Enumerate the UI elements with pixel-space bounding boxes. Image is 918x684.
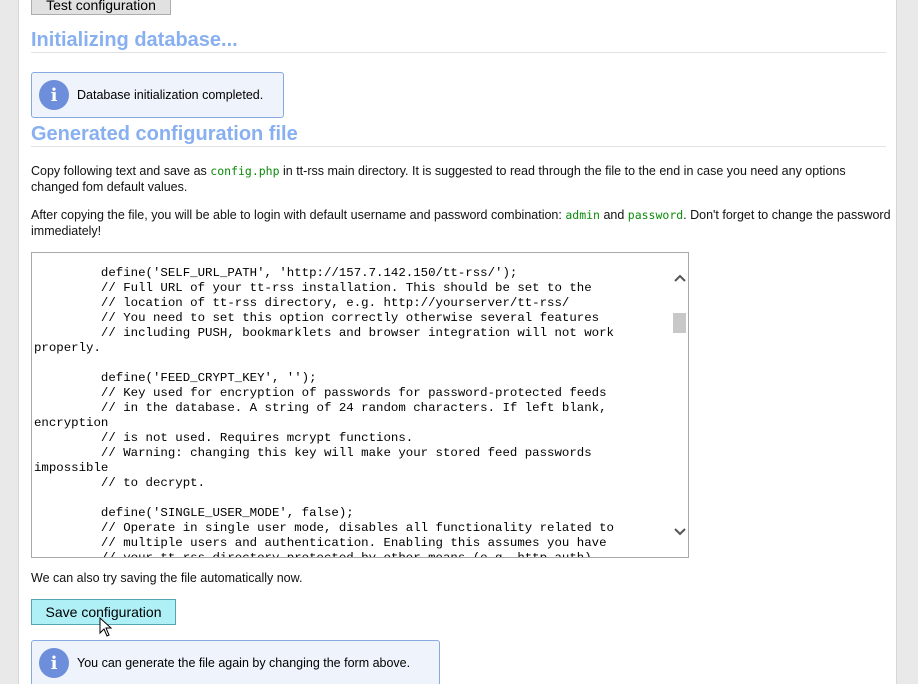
config-filename: config.php	[210, 164, 280, 178]
generate-again-notice: i You can generate the file again by cha…	[31, 640, 440, 684]
installer-page: Test configuration Initializing database…	[18, 0, 897, 684]
generated-config-heading: Generated configuration file	[31, 123, 886, 147]
copy-instructions: Copy following text and save as config.p…	[31, 163, 891, 195]
chevron-up-icon[interactable]	[671, 269, 688, 286]
mouse-pointer-icon	[99, 617, 113, 637]
copy-text-pre: Copy following text and save as	[31, 164, 211, 178]
login-text-pre: After copying the file, you will be able…	[31, 208, 566, 222]
default-password: password	[627, 208, 684, 222]
initializing-database-heading: Initializing database...	[31, 29, 886, 53]
login-instructions: After copying the file, you will be able…	[31, 207, 891, 239]
db-init-notice: i Database initialization completed.	[31, 72, 284, 118]
login-text-and: and	[599, 208, 628, 222]
config-text: define('SELF_URL_PATH', 'http://157.7.14…	[34, 266, 614, 558]
textarea-scrollbar[interactable]	[671, 253, 688, 557]
config-textarea[interactable]: define('SELF_URL_PATH', 'http://157.7.14…	[31, 252, 689, 558]
chevron-down-icon[interactable]	[671, 523, 688, 540]
save-auto-text: We can also try saving the file automati…	[31, 571, 303, 585]
scrollbar-thumb[interactable]	[673, 313, 686, 333]
info-icon: i	[39, 80, 69, 110]
default-username: admin	[565, 208, 600, 222]
notice-text: Database initialization completed.	[77, 88, 264, 102]
info-icon: i	[39, 648, 69, 678]
notice-text: You can generate the file again by chang…	[77, 656, 411, 670]
test-configuration-button[interactable]: Test configuration	[31, 0, 171, 15]
